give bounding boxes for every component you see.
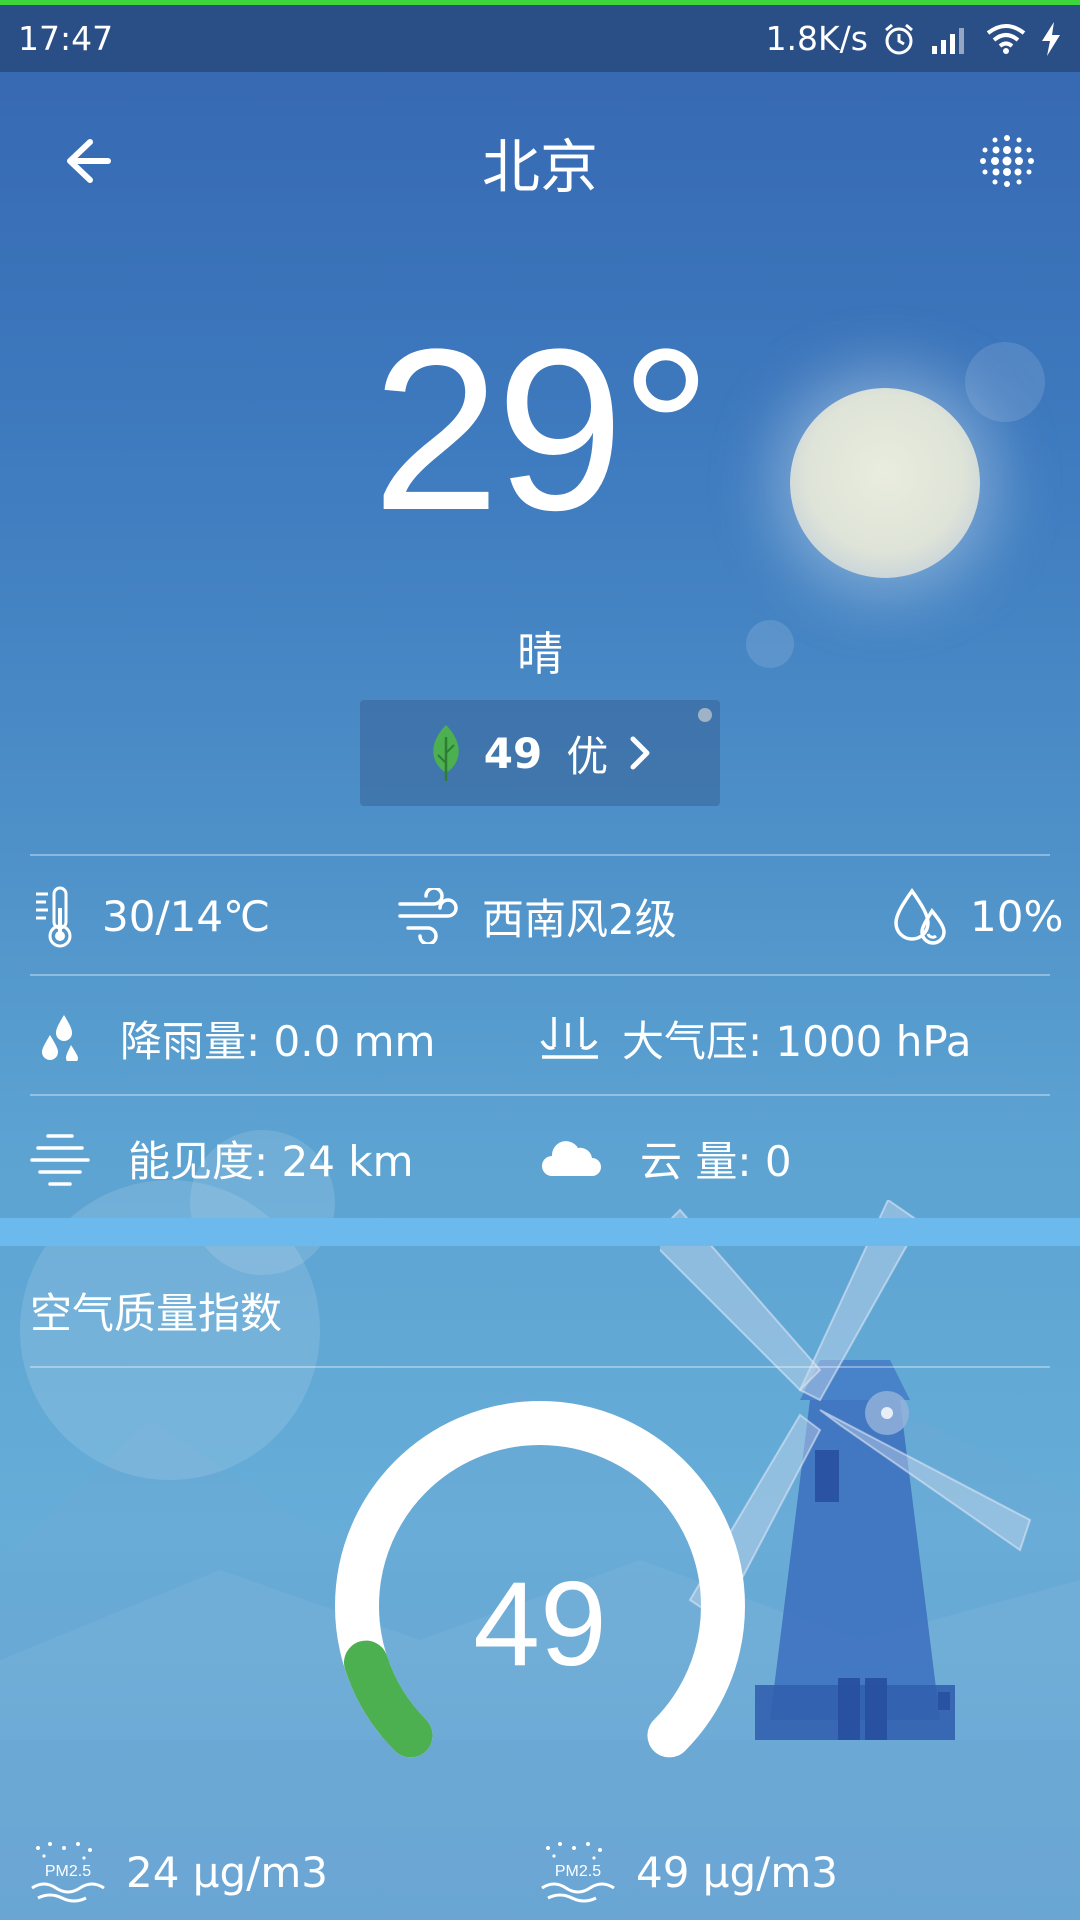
network-speed: 1.8K/s — [765, 19, 868, 58]
cloud-cell: 云 量: 0 — [540, 1108, 792, 1208]
chevron-right-icon — [630, 736, 650, 770]
aqi-summary-button[interactable]: 49 优 — [360, 700, 720, 806]
pm25-icon: PM2.5 — [541, 1842, 615, 1903]
city-title: 北京 — [481, 133, 598, 201]
svg-text:PM2.5: PM2.5 — [45, 1863, 91, 1880]
divider — [30, 974, 1050, 976]
details-row-1: 30/14℃ 西南风2级 10% — [0, 866, 1080, 966]
rain-drops-icon — [42, 1015, 78, 1061]
temp-range-cell: 30/14℃ — [32, 866, 270, 966]
section-band — [0, 1218, 1080, 1246]
charging-icon — [1042, 21, 1060, 56]
current-temperature: 29° — [372, 301, 712, 558]
alarm-icon — [885, 23, 913, 54]
visibility-cell: 能见度: 24 km — [30, 1108, 414, 1208]
wind-value: 西南风2级 — [482, 894, 677, 944]
leaf-icon — [433, 725, 459, 781]
wifi-icon — [986, 23, 1026, 54]
humidity-value: 10% — [970, 891, 1064, 941]
pm25-reading: PM2.5 24 μg/m3 — [30, 1840, 328, 1904]
header: 北京 — [0, 110, 1080, 210]
notification-dot — [698, 708, 712, 722]
pm-value-2: 49 μg/m3 — [636, 1847, 838, 1897]
pressure-icon — [540, 1017, 598, 1059]
cloud-icon — [542, 1141, 601, 1176]
wind-cell: 西南风2级 — [398, 866, 677, 966]
divider — [30, 1366, 1050, 1368]
visibility-icon — [30, 1134, 90, 1186]
wind-icon — [398, 888, 458, 944]
cloud-value: 云 量: 0 — [640, 1136, 792, 1186]
dots-menu-icon[interactable] — [974, 128, 1040, 194]
precip-cell: 降雨量: 0.0 mm — [40, 988, 435, 1088]
aqi-value: 49 — [483, 728, 543, 778]
thermometer-icon — [36, 886, 72, 948]
humidity-cell: 10% — [892, 866, 1063, 966]
pressure-cell: 大气压: 1000 hPa — [540, 988, 972, 1088]
status-time: 17:47 — [18, 19, 114, 58]
divider — [30, 1094, 1050, 1096]
svg-text:PM2.5: PM2.5 — [555, 1863, 601, 1880]
signal-icon — [932, 27, 964, 54]
weather-condition: 晴 — [517, 627, 563, 681]
details-row-2: 降雨量: 0.0 mm 大气压: 1000 hPa — [0, 988, 1080, 1088]
aqi-section-title: 空气质量指数 — [30, 1289, 283, 1338]
precip-value: 降雨量: 0.0 mm — [120, 1016, 436, 1066]
pressure-value: 大气压: 1000 hPa — [622, 1016, 972, 1066]
aqi-level: 优 — [566, 731, 609, 781]
divider — [30, 854, 1050, 856]
details-row-3: 能见度: 24 km 云 量: 0 — [0, 1108, 1080, 1208]
status-bar: 17:47 1.8K/s — [0, 5, 1080, 72]
pm-reading-2: PM2.5 49 μg/m3 — [540, 1840, 838, 1904]
visibility-value: 能见度: 24 km — [128, 1136, 414, 1186]
humidity-icon — [894, 887, 946, 945]
pm25-value: 24 μg/m3 — [126, 1847, 328, 1897]
pm25-icon: PM2.5 — [31, 1842, 105, 1903]
temp-range: 30/14℃ — [102, 891, 271, 941]
aqi-gauge-value: 49 — [473, 1557, 607, 1691]
